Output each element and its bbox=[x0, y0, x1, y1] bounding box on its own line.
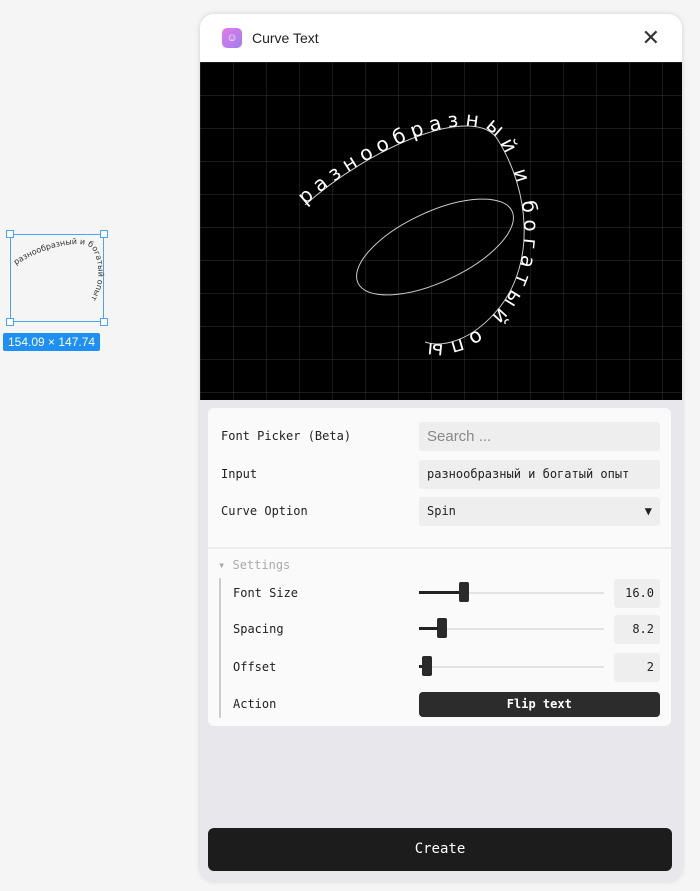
font-size-label: Font Size bbox=[233, 586, 299, 600]
spacing-label: Spacing bbox=[233, 622, 284, 636]
curve-option-label: Curve Option bbox=[221, 504, 308, 518]
close-icon[interactable]: ✕ bbox=[642, 25, 660, 51]
divider bbox=[208, 547, 671, 549]
text-input[interactable]: разнообразный и богатый опыт bbox=[419, 459, 660, 489]
settings-indent-line bbox=[219, 578, 221, 718]
curved-text-thumbnail: разнообразный и богатый опыт bbox=[12, 237, 105, 303]
panel-header: ☺ Curve Text ✕ bbox=[200, 14, 682, 62]
selected-text-object[interactable]: разнообразный и богатый опыт bbox=[6, 230, 108, 326]
font-search-input[interactable]: Search ... bbox=[419, 421, 660, 451]
create-button[interactable]: Create bbox=[208, 828, 672, 871]
slider-thumb[interactable] bbox=[459, 582, 470, 602]
chevron-down-icon: ▼ bbox=[644, 504, 652, 518]
slider-thumb[interactable] bbox=[437, 618, 448, 638]
preview-canvas: разнообразный и богатый опыт bbox=[200, 43, 682, 400]
settings-toggle[interactable]: ▾ Settings bbox=[218, 558, 290, 572]
svg-text:разнообразный и богатый опыт: разнообразный и богатый опыт bbox=[12, 237, 105, 303]
spacing-slider[interactable] bbox=[418, 618, 605, 638]
flip-text-button[interactable]: Flip text bbox=[418, 691, 660, 717]
size-badge: 154.09 × 147.74 bbox=[3, 333, 101, 351]
plugin-panel: ☺ Curve Text ✕ разнообразный и богатый о… bbox=[200, 14, 682, 881]
resize-handle[interactable] bbox=[100, 230, 108, 238]
panel-title: Curve Text bbox=[252, 30, 319, 46]
app-logo-icon: ☺ bbox=[222, 28, 242, 48]
offset-slider[interactable] bbox=[418, 656, 605, 676]
font-picker-label: Font Picker (Beta) bbox=[221, 429, 352, 443]
font-size-value[interactable]: 16.0 bbox=[614, 578, 660, 608]
offset-label: Offset bbox=[233, 660, 277, 674]
curve-preview: разнообразный и богатый опыт bbox=[200, 43, 682, 400]
input-label: Input bbox=[221, 467, 258, 481]
offset-value[interactable]: 2 bbox=[614, 652, 660, 682]
resize-handle[interactable] bbox=[100, 318, 108, 326]
resize-handle[interactable] bbox=[6, 230, 14, 238]
options-card: Font Picker (Beta) Search ... Input разн… bbox=[208, 408, 671, 726]
curve-option-value: Spin bbox=[427, 504, 456, 518]
spacing-value[interactable]: 8.2 bbox=[614, 614, 660, 644]
caret-down-icon: ▾ bbox=[218, 558, 226, 572]
font-search-placeholder: Search ... bbox=[427, 427, 492, 445]
curve-option-select[interactable]: Spin ▼ bbox=[419, 496, 660, 526]
action-label: Action bbox=[233, 697, 277, 711]
resize-handle[interactable] bbox=[6, 318, 14, 326]
settings-title: Settings bbox=[232, 558, 291, 572]
slider-thumb[interactable] bbox=[422, 656, 433, 676]
font-size-slider[interactable] bbox=[418, 582, 605, 602]
